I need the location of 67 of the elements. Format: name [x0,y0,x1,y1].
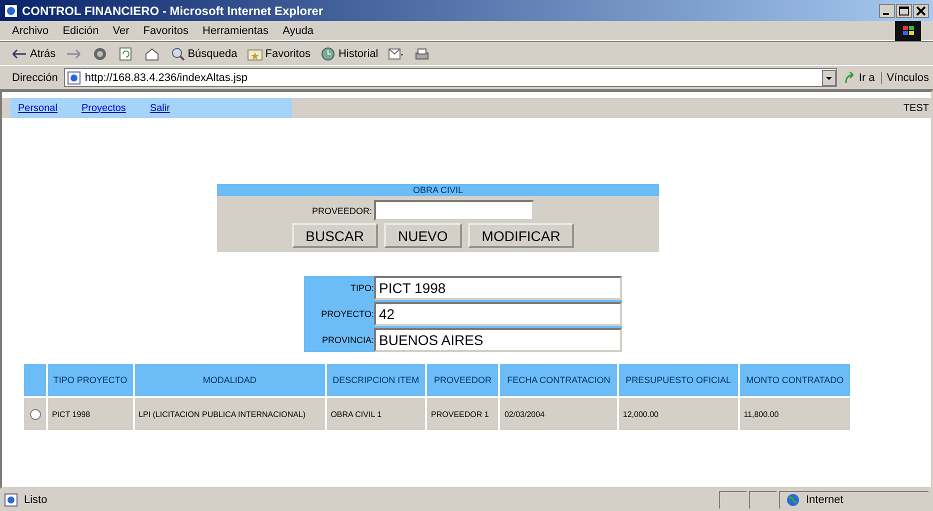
magnifier-icon [170,46,186,60]
window-title: CONTROL FINANCIERO - Microsoft Internet Explorer [22,4,324,18]
column-header: MODALIDAD [134,364,325,396]
zone-text: Internet [806,494,844,506]
header-cell [24,364,46,396]
status-pane [719,491,747,509]
toolbar-button[interactable]: Atrás [12,46,56,60]
field-label: PROYECTO: [320,308,374,321]
nav-link[interactable]: Personal [18,102,58,114]
table-cell: LPI (LICITACION PUBLICA INTERNACIONAL) [134,398,325,430]
status-text: Listo [24,494,48,506]
toolbar-button[interactable]: Favoritos [247,46,310,60]
address-label: Dirección [12,72,58,84]
panel-title: OBRA CIVIL [217,184,659,196]
text-input[interactable]: BUENOS AIRES [374,328,622,352]
toolbar-button[interactable]: Historial [320,46,378,60]
links-button[interactable]: Vínculos [880,72,929,84]
envelope-icon[interactable] [388,46,404,60]
page-icon [66,70,81,84]
field-label: PROVEEDOR: [312,206,372,216]
text-input[interactable]: PICT 1998 [374,276,622,300]
table-cell: PROVEEDOR 1 [427,398,498,430]
column-header: TIPO PROYECTO [48,364,133,396]
column-header: PRESUPUESTO OFICIAL [618,364,738,396]
column-header: PROVEEDOR [427,364,498,396]
supplier-input[interactable] [374,200,534,221]
close-icon[interactable] [913,4,929,18]
radio-button[interactable] [30,408,41,420]
field-label: PROVINCIA: [320,334,374,347]
page-icon [4,493,18,507]
table-cell: OBRA CIVIL 1 [326,398,426,430]
menu-item[interactable]: Ayuda [282,24,314,36]
stop-icon[interactable] [92,46,108,60]
table-cell: 11,800.00 [740,398,850,430]
home-icon[interactable] [144,46,160,60]
column-header: DESCRIPCION ITEM [326,364,426,396]
form-button[interactable]: MODIFICAR [468,223,574,248]
form-button[interactable]: NUEVO [384,223,462,248]
windows-logo-icon [895,20,921,40]
form-button[interactable]: BUSCAR [292,223,378,248]
nav-link[interactable]: Proyectos [81,102,126,114]
left-arrow-icon [12,46,28,60]
menu-item[interactable]: Herramientas [202,24,269,36]
go-button[interactable]: Ir a [842,70,875,84]
nav-link[interactable]: Salir [150,102,170,114]
table-cell: 12,000.00 [618,398,738,430]
menu-item[interactable]: Favoritos [143,24,189,36]
column-header: FECHA CONTRATACION [500,364,617,396]
maximize-icon[interactable] [896,4,912,18]
address-field[interactable]: http://168.83.4.236/indexAltas.jsp [64,68,837,87]
browser-icon [4,4,18,18]
menu-item[interactable]: Ver [112,24,130,36]
table-cell: PICT 1998 [48,398,133,430]
refresh-icon[interactable] [118,46,134,60]
table-cell: 02/03/2004 [500,398,617,430]
status-pane [749,491,777,509]
menu-item[interactable]: Edición [62,24,99,36]
clock-icon [320,46,336,60]
text-input[interactable]: 42 [374,302,622,326]
menu-item[interactable]: Archivo [12,24,49,36]
field-label: TIPO: [349,282,374,295]
toolbar-button[interactable]: Búsqueda [170,46,238,60]
printer-icon[interactable] [414,46,430,60]
column-header: MONTO CONTRATADO [740,364,850,396]
minimize-icon[interactable] [879,4,895,18]
globe-icon [786,493,800,507]
user-name: TEST [903,102,929,114]
